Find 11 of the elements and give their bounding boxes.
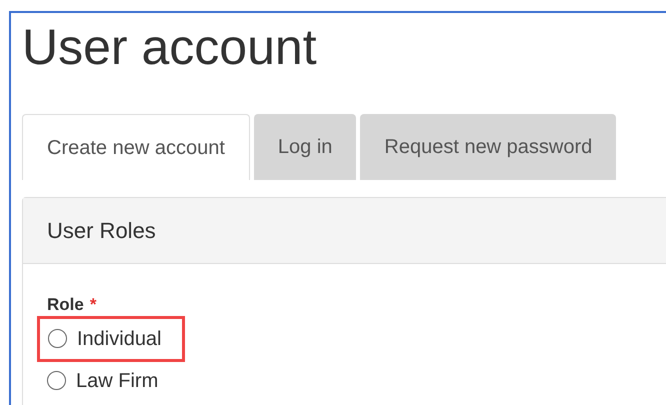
radio-button[interactable] [47, 371, 66, 390]
radio-button[interactable] [48, 329, 67, 348]
radio-option[interactable]: Law Firm [47, 360, 158, 400]
field-label: Role [47, 294, 84, 316]
tab[interactable]: Request new password [360, 114, 616, 180]
tab[interactable]: Log in [254, 114, 356, 180]
page-title: User account [22, 19, 317, 75]
tab[interactable]: Create new account [22, 114, 250, 180]
required-mark: * [90, 294, 96, 316]
panel-title: User Roles [47, 217, 156, 245]
radio-option[interactable]: Individual [37, 316, 185, 362]
